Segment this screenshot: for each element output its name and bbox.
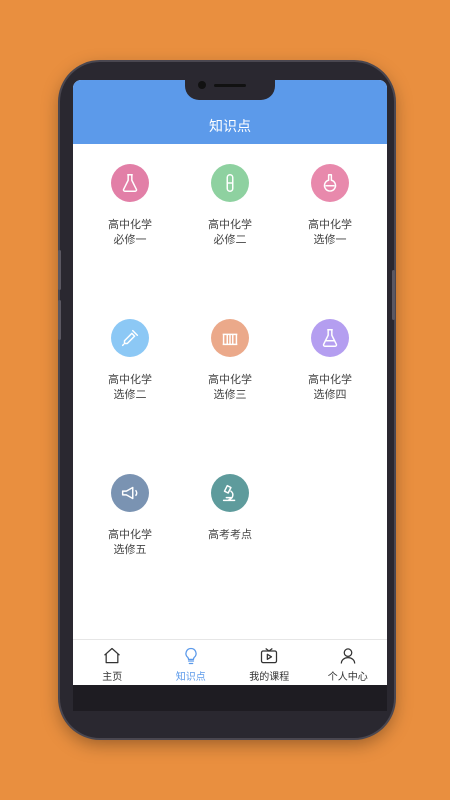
bottom-tabbar: 主页 知识点 我的课程 个人中心: [73, 639, 387, 685]
tv-icon: [261, 648, 278, 664]
tab-profile[interactable]: 个人中心: [309, 640, 388, 685]
speaker-grille: [214, 84, 246, 87]
tab-knowledge[interactable]: 知识点: [152, 640, 231, 685]
grid-item-label: 高中化学 选修四: [308, 373, 352, 401]
tab-home[interactable]: 主页: [73, 640, 152, 685]
grid-item-label: 高中化学 选修五: [108, 528, 152, 556]
grid-item-exam-points[interactable]: 高考考点: [178, 474, 282, 542]
grid-item-compulsory-2[interactable]: 高中化学 必修二: [178, 164, 282, 247]
camera-icon: [198, 81, 206, 89]
grid-item-label: 高中化学 必修一: [108, 218, 152, 246]
grid-item-label: 高中化学 选修三: [208, 373, 252, 401]
knowledge-grid: 高中化学 必修一 高中化学 必修二 高中化学 选修一 高中化学 选修二 高中化学…: [73, 144, 387, 639]
tab-label: 个人中心: [327, 672, 368, 683]
grid-item-label: 高中化学 选修一: [308, 218, 352, 246]
phone-side-button: [392, 270, 395, 320]
megaphone-icon: [111, 474, 149, 512]
page-title: 知识点: [209, 119, 251, 135]
test-tube-icon: [211, 164, 249, 202]
tab-my-courses[interactable]: 我的课程: [230, 640, 309, 685]
tab-label: 知识点: [175, 672, 206, 683]
grid-item-label: 高中化学 选修二: [108, 373, 152, 401]
grid-item-elective-4[interactable]: 高中化学 选修四: [278, 319, 382, 402]
tab-label: 主页: [102, 672, 123, 683]
phone-bottom-bezel: [73, 685, 387, 711]
phone-side-button: [58, 300, 61, 340]
grid-item-elective-1[interactable]: 高中化学 选修一: [278, 164, 382, 247]
grid-item-compulsory-1[interactable]: 高中化学 必修一: [78, 164, 182, 247]
phone-side-button: [58, 250, 61, 290]
grid-item-elective-5[interactable]: 高中化学 选修五: [78, 474, 182, 557]
rack-icon: [211, 319, 249, 357]
lightbulb-icon: [185, 647, 197, 665]
person-icon: [340, 648, 356, 664]
tab-label: 我的课程: [249, 672, 290, 683]
grid-item-label: 高中化学 必修二: [208, 218, 252, 246]
grid-item-elective-3[interactable]: 高中化学 选修三: [178, 319, 282, 402]
grid-item-elective-2[interactable]: 高中化学 选修二: [78, 319, 182, 402]
flask-icon: [111, 164, 149, 202]
home-icon: [104, 647, 121, 664]
microscope-icon: [211, 474, 249, 512]
grid-item-label: 高考考点: [208, 528, 252, 541]
dropper-icon: [111, 319, 149, 357]
round-flask-icon: [311, 164, 349, 202]
app-screen: 知识点 高中化学 必修一 高中化学 必修二 高中化学 选修一 高中化学 选修二 …: [73, 80, 387, 685]
beaker-icon: [311, 319, 349, 357]
